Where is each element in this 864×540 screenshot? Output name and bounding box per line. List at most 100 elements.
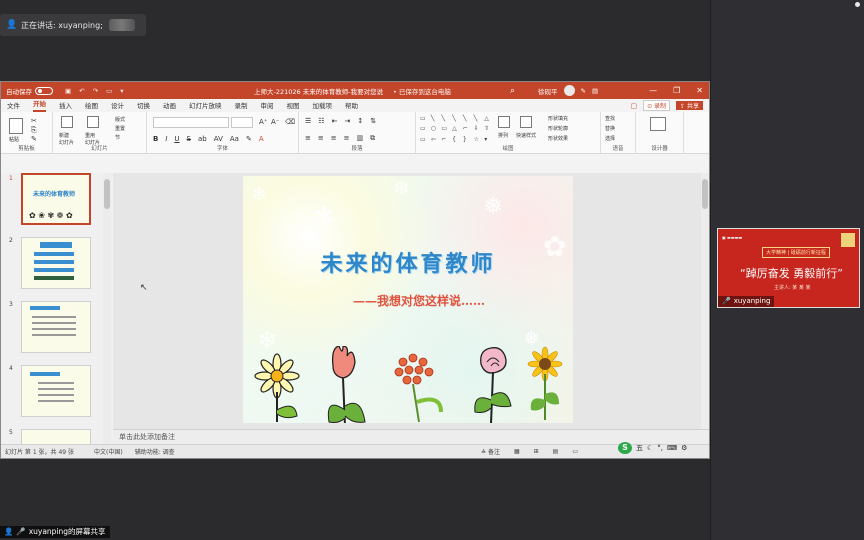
participant-video-tile[interactable]: ▣ ▬▬▬▬ 大学精神 | 砥砺前行新征程 “踔厉奋发 勇毅前行” 主讲人: 某… xyxy=(717,228,860,308)
avatar[interactable] xyxy=(563,85,575,96)
ime-keyboard-icon[interactable]: ⌨ xyxy=(667,444,677,452)
align-left-icon[interactable]: ≡ xyxy=(305,134,311,143)
thumbnails-scrollbar[interactable] xyxy=(103,173,111,449)
tab-insert[interactable]: 插入 xyxy=(59,100,72,112)
tab-help[interactable]: 帮助 xyxy=(345,100,358,112)
slide-thumb-2[interactable] xyxy=(21,237,91,289)
slideshow-icon[interactable]: ▭ xyxy=(106,87,112,95)
share-button[interactable]: ⇪ 共享 xyxy=(676,101,703,110)
slide-thumb-4[interactable] xyxy=(21,365,91,417)
editor-scrollbar[interactable] xyxy=(701,173,709,429)
select-button[interactable]: 选择 xyxy=(605,135,615,142)
normal-view-icon[interactable]: ▦ xyxy=(514,448,520,455)
clear-format-icon[interactable]: ⌫ xyxy=(285,118,295,126)
shadow-icon[interactable]: ab xyxy=(198,135,207,143)
case-icon[interactable]: Aa xyxy=(230,135,239,143)
pen-icon[interactable]: ✎ xyxy=(581,87,586,95)
ribbon-display-icon[interactable]: ▤ xyxy=(592,87,598,95)
panel-more-icon[interactable] xyxy=(855,2,860,7)
tab-design[interactable]: 设计 xyxy=(111,100,124,112)
replace-button[interactable]: 替换 xyxy=(605,125,615,132)
presenter-view-icon[interactable]: ▭ xyxy=(572,448,578,455)
shape-outline-button[interactable]: 形状轮廓 xyxy=(548,125,568,132)
new-slide-icon[interactable] xyxy=(61,116,73,128)
underline-icon[interactable]: U xyxy=(174,135,179,143)
shape-effects-button[interactable]: 形状效果 xyxy=(548,135,568,142)
ime-logo-icon[interactable]: S xyxy=(618,442,632,454)
find-button[interactable]: 查找 xyxy=(605,115,615,122)
smartart-icon[interactable]: ⧉ xyxy=(370,134,375,143)
spacing-icon[interactable]: AV xyxy=(214,135,223,143)
cut-icon[interactable]: ✂ xyxy=(31,117,37,125)
align-right-icon[interactable]: ≡ xyxy=(331,134,337,143)
font-name-select[interactable] xyxy=(153,117,229,128)
restore-icon[interactable]: ❐ xyxy=(673,86,680,95)
copy-icon[interactable]: ⎘ xyxy=(31,126,37,135)
italic-icon[interactable]: I xyxy=(165,135,167,143)
grow-font-icon[interactable]: A⁺ xyxy=(259,118,267,126)
accessibility-indicator[interactable]: 辅助功能: 调查 xyxy=(135,447,175,456)
font-size-select[interactable] xyxy=(231,117,253,128)
tab-review[interactable]: 审阅 xyxy=(261,100,274,112)
font-color-icon[interactable]: A xyxy=(259,135,264,143)
ime-punct-icon[interactable]: °, xyxy=(657,444,663,452)
paste-icon[interactable] xyxy=(9,118,23,134)
customize-icon[interactable]: ▾ xyxy=(120,87,123,95)
redo-icon[interactable]: ↷ xyxy=(93,87,98,95)
tab-home[interactable]: 开始 xyxy=(33,98,46,112)
decrease-indent-icon[interactable]: ⇤ xyxy=(332,117,338,125)
slide-sorter-icon[interactable]: ⊞ xyxy=(534,448,539,455)
arrange-label[interactable]: 排列 xyxy=(498,132,508,139)
tab-slideshow[interactable]: 幻灯片放映 xyxy=(189,100,222,112)
reading-view-icon[interactable]: ▤ xyxy=(553,448,559,455)
shapes-gallery[interactable]: ▭ ╲ ╲ ╲ ╲ ╲ △ ▭ ○ ▭ △ ⌐ ⇩ ⇧ ▭ ⇦ ⌐{} ☆ ▾ xyxy=(420,115,494,145)
quick-styles-label[interactable]: 快速样式 xyxy=(516,132,536,139)
ime-toolbar[interactable]: S 五 ☾ °, ⌨ ⚙ xyxy=(618,442,687,454)
tab-addins[interactable]: 加载项 xyxy=(313,100,333,112)
current-slide[interactable]: ❄ ✻ ❄ ❅ ✿ ❄ ❅ 未来的体育教师 ——我想对您这样说…… xyxy=(243,176,573,423)
ime-mode[interactable]: 五 xyxy=(636,443,643,453)
numbering-icon[interactable]: ☷ xyxy=(318,117,324,125)
tab-view[interactable]: 视图 xyxy=(287,100,300,112)
save-status[interactable]: • 已保存到这台电脑 xyxy=(393,86,451,96)
slide-subtitle[interactable]: ——我想对您这样说…… xyxy=(353,292,485,309)
columns-icon[interactable]: ▥ xyxy=(357,134,364,143)
search-icon[interactable]: ⌕ xyxy=(510,86,515,96)
reset-button[interactable]: 重置 xyxy=(115,125,125,132)
highlight-icon[interactable]: ✎ xyxy=(246,135,252,143)
record-button[interactable]: ⊙ 录制 xyxy=(643,100,671,111)
layout-button[interactable]: 版式 xyxy=(115,116,125,123)
tab-draw[interactable]: 绘图 xyxy=(85,100,98,112)
bullets-icon[interactable]: ☰ xyxy=(305,117,311,125)
notes-toggle[interactable]: ≙ 备注 xyxy=(481,447,500,456)
autosave-toggle[interactable] xyxy=(35,86,53,95)
tab-transitions[interactable]: 切换 xyxy=(137,100,150,112)
scroll-thumb[interactable] xyxy=(104,179,110,209)
slide-title[interactable]: 未来的体育教师 xyxy=(243,246,573,278)
designer-icon[interactable] xyxy=(650,117,666,131)
ime-moon-icon[interactable]: ☾ xyxy=(647,444,653,452)
quick-styles-icon[interactable] xyxy=(520,116,532,128)
user-account[interactable]: 徐砚平 ✎ ▤ xyxy=(538,85,598,96)
close-icon[interactable]: ✕ xyxy=(696,86,703,95)
text-direction-icon[interactable]: ⇅ xyxy=(370,117,376,125)
minimize-icon[interactable]: — xyxy=(649,86,657,95)
undo-icon[interactable]: ↶ xyxy=(79,87,84,95)
tab-record[interactable]: 录制 xyxy=(235,100,248,112)
bold-icon[interactable]: B xyxy=(153,135,158,143)
paste-label[interactable]: 粘贴 xyxy=(9,136,19,143)
reuse-slide-icon[interactable] xyxy=(87,116,99,128)
arrange-icon[interactable] xyxy=(498,116,510,128)
shrink-font-icon[interactable]: A⁻ xyxy=(271,118,279,126)
comments-icon[interactable]: ▢ xyxy=(630,102,637,110)
slide-thumb-3[interactable] xyxy=(21,301,91,353)
format-painter-icon[interactable]: ✎ xyxy=(31,135,37,143)
shape-fill-button[interactable]: 形状填充 xyxy=(548,115,568,122)
autosave-control[interactable]: 自动保存 xyxy=(6,86,53,96)
tab-file[interactable]: 文件 xyxy=(7,100,20,112)
line-spacing-icon[interactable]: ↕ xyxy=(357,117,363,125)
scroll-thumb[interactable] xyxy=(702,179,708,209)
ime-settings-icon[interactable]: ⚙ xyxy=(681,444,687,452)
increase-indent-icon[interactable]: ⇥ xyxy=(344,117,350,125)
align-center-icon[interactable]: ≡ xyxy=(318,134,324,143)
